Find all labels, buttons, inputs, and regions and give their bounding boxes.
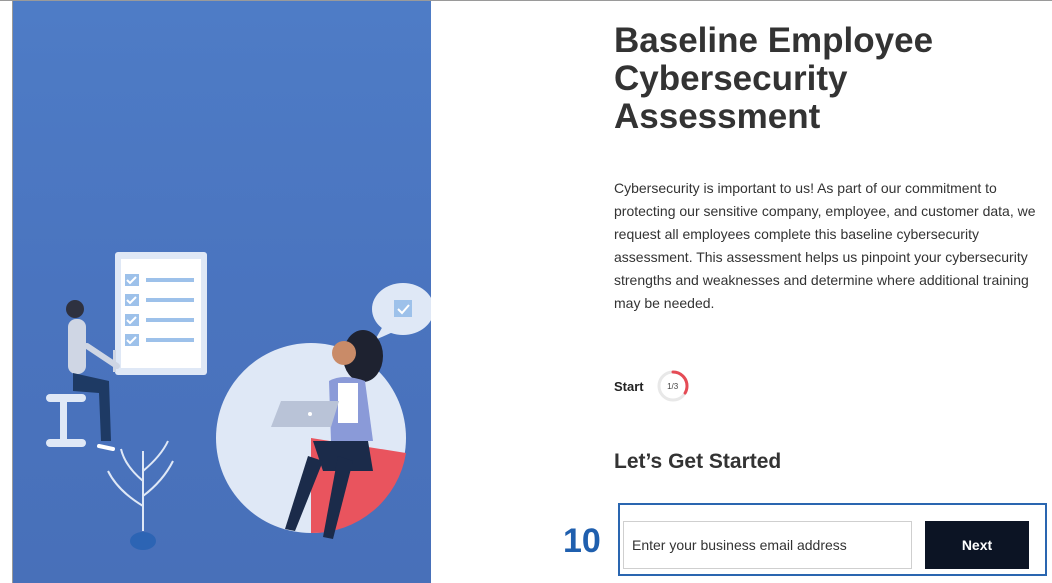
- next-button[interactable]: Next: [925, 521, 1029, 569]
- checklist-board-icon: [115, 252, 207, 375]
- intro-paragraph: Cybersecurity is important to us! As par…: [614, 180, 1036, 311]
- progress-ring: 1/3: [656, 369, 690, 403]
- plant-icon: [107, 440, 174, 550]
- progress-start-label: Start: [614, 378, 644, 394]
- step-number-annotation: 10: [563, 522, 601, 560]
- illustration-scene: [46, 252, 431, 550]
- speech-bubble-check-icon: [372, 283, 431, 340]
- man-with-laptop-figure: [46, 300, 120, 451]
- page-title: Baseline Employee Cybersecurity Assessme…: [614, 21, 934, 136]
- progress-indicator: Start 1/3: [614, 369, 814, 403]
- hero-illustration: [13, 1, 431, 583]
- email-input[interactable]: [623, 521, 912, 569]
- section-heading: Let’s Get Started: [614, 450, 782, 473]
- progress-step-text: 1/3: [667, 381, 679, 391]
